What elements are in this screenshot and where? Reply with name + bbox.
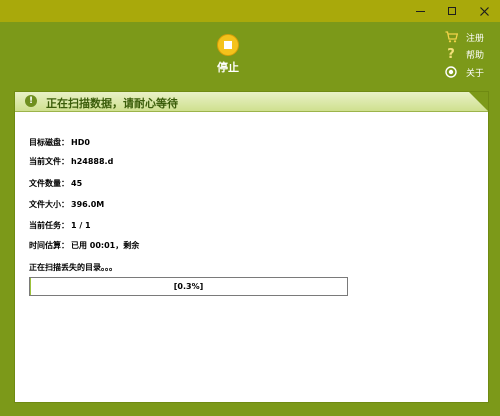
file-count-row: 文件数量： 45: [29, 178, 82, 192]
stop-button[interactable]: 停止: [208, 34, 248, 80]
toolbar: 停止: [0, 22, 500, 88]
about-label: 关于: [466, 68, 485, 79]
time-estimate-label: 时间估算：: [29, 241, 69, 250]
minimize-button[interactable]: [404, 0, 436, 22]
scanning-status-text: 正在扫描丢失的目录。。。: [29, 263, 117, 272]
scan-panel: ! 正在扫描数据，请耐心等待 目标磁盘： HD0 当前文件： h24888.d 文件…: [14, 91, 489, 403]
banner-text: 正在扫描数据，请耐心等待: [46, 97, 178, 110]
exclamation-icon: !: [25, 95, 37, 107]
help-link[interactable]: ? 帮助: [444, 45, 484, 63]
file-size-label: 文件大小：: [29, 200, 69, 209]
target-disk-row: 目标磁盘： HD0: [29, 137, 90, 151]
help-label: 帮助: [466, 50, 485, 61]
status-banner: ! 正在扫描数据，请耐心等待: [15, 92, 488, 112]
stop-icon: [217, 34, 239, 56]
file-size-row: 文件大小： 396.0M: [29, 199, 104, 213]
about-link[interactable]: 关于: [444, 63, 484, 81]
minimize-icon: [415, 10, 425, 12]
time-estimate-value: 已用 00:01，剩余: [71, 241, 140, 250]
current-task-value: 1 / 1: [71, 221, 91, 230]
stop-label: 停止: [217, 61, 239, 74]
file-count-label: 文件数量：: [29, 179, 69, 188]
close-icon: [479, 6, 489, 16]
maximize-button[interactable]: [436, 0, 468, 22]
target-disk-label: 目标磁盘：: [29, 138, 69, 147]
current-file-value: h24888.d: [71, 157, 114, 166]
progress-bar: [0.3%]: [29, 277, 348, 296]
current-task-row: 当前任务： 1 / 1: [29, 220, 91, 234]
progress-text: [0.3%]: [173, 282, 204, 291]
current-file-label: 当前文件：: [29, 157, 69, 166]
close-button[interactable]: [468, 0, 500, 22]
cart-icon: [444, 30, 458, 44]
time-estimate-row: 时间估算： 已用 00:01，剩余: [29, 240, 139, 254]
target-disk-value: HD0: [71, 138, 90, 147]
current-task-label: 当前任务：: [29, 221, 69, 230]
register-label: 注册: [466, 33, 485, 44]
about-icon: [444, 65, 458, 79]
register-link[interactable]: 注册: [444, 28, 484, 46]
file-count-value: 45: [71, 179, 83, 188]
maximize-icon: [448, 7, 456, 15]
title-bar: [0, 0, 500, 22]
question-icon: ?: [447, 46, 455, 62]
file-size-value: 396.0M: [71, 200, 105, 209]
current-file-row: 当前文件： h24888.d: [29, 156, 113, 170]
